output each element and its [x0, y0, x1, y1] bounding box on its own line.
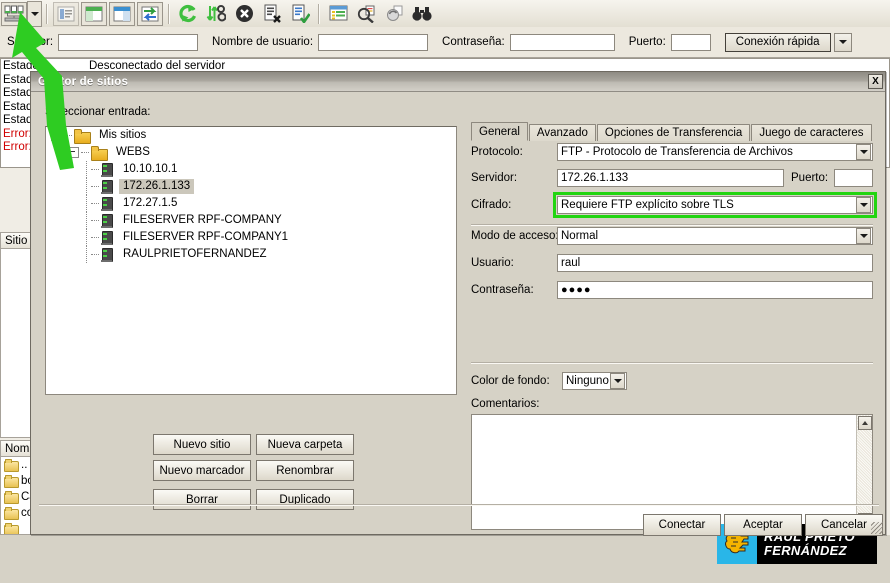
logon-type-select[interactable]: Normal	[557, 227, 873, 245]
password-input[interactable]: ●●●●	[557, 281, 873, 299]
scroll-up-icon[interactable]	[858, 416, 872, 430]
background-color-label: Color de fondo:	[471, 375, 550, 387]
quickconnect-port-input[interactable]	[671, 34, 711, 51]
new-bookmark-button[interactable]: Nuevo marcador	[153, 460, 251, 481]
toolbar-separator	[318, 4, 320, 24]
site-manager-dropdown-icon[interactable]	[27, 1, 42, 27]
server-icon	[101, 162, 112, 177]
background-color-select[interactable]: Ninguno	[562, 372, 627, 390]
close-icon[interactable]: X	[868, 74, 883, 89]
host-input[interactable]: 172.26.1.133	[557, 169, 784, 187]
password-label: Contraseña:	[471, 284, 534, 296]
quickconnect-password-label: Contraseña:	[442, 36, 505, 48]
reconnect-icon[interactable]	[287, 2, 313, 26]
server-icon	[101, 179, 112, 194]
user-label: Usuario:	[471, 257, 514, 269]
tree-item-site[interactable]: 10.10.10.1	[46, 161, 456, 178]
user-input[interactable]: raul	[557, 254, 873, 272]
process-queue-icon[interactable]	[203, 2, 229, 26]
main-toolbar	[0, 0, 890, 28]
folder-icon	[4, 507, 18, 519]
site-tree[interactable]: Mis sitios WEBS 10.10.10.1 172.26.1.133 …	[45, 126, 457, 395]
server-icon	[101, 196, 112, 211]
encryption-select[interactable]: Requiere FTP explícito sobre TLS	[557, 196, 873, 214]
host-label: Servidor:	[471, 172, 517, 184]
toggle-local-tree-icon[interactable]	[81, 2, 107, 26]
protocol-select[interactable]: FTP - Protocolo de Transferencia de Arch…	[557, 143, 873, 161]
quickconnect-bar: Servidor: Nombre de usuario: Contraseña:…	[0, 27, 890, 58]
toggle-message-log-icon[interactable]	[53, 2, 79, 26]
server-icon	[101, 230, 112, 245]
comments-textarea[interactable]	[471, 414, 873, 530]
directory-comparison-icon[interactable]	[353, 2, 379, 26]
tab-general[interactable]: General	[471, 122, 528, 141]
delete-button[interactable]: Borrar	[153, 489, 251, 510]
folder-icon	[4, 475, 18, 487]
dialog-title: Gestor de sitios	[38, 76, 128, 88]
quickconnect-server-label: Servidor:	[7, 36, 53, 48]
synchronized-browsing-icon[interactable]	[381, 2, 407, 26]
tab-transfer-settings[interactable]: Opciones de Transferencia	[597, 124, 750, 141]
toggle-remote-tree-icon[interactable]	[109, 2, 135, 26]
tree-item-site[interactable]: FILESERVER RPF-COMPANY1	[46, 229, 456, 246]
connect-button[interactable]: Conectar	[643, 514, 721, 536]
filter-icon[interactable]	[325, 2, 351, 26]
quickconnect-button[interactable]: Conexión rápida	[725, 33, 831, 52]
find-files-icon[interactable]	[409, 2, 435, 26]
quickconnect-port-label: Puerto:	[629, 36, 666, 48]
resize-grip[interactable]	[871, 522, 883, 534]
tree-item-site-selected[interactable]: 172.26.1.133	[46, 178, 456, 195]
quickconnect-username-input[interactable]	[318, 34, 428, 51]
server-icon	[101, 213, 112, 228]
tab-charset[interactable]: Juego de caracteres	[751, 124, 871, 141]
folder-icon	[74, 129, 90, 142]
tree-item-mis-sitios[interactable]: Mis sitios	[46, 127, 456, 144]
chevron-down-icon[interactable]	[856, 197, 871, 213]
select-entry-label: Seleccionar entrada:	[45, 106, 150, 118]
watermark-line-2: FERNÁNDEZ	[764, 544, 855, 558]
encryption-label: Cifrado:	[471, 199, 511, 211]
new-site-button[interactable]: Nuevo sitio	[153, 434, 251, 455]
folder-icon	[4, 491, 18, 503]
quickconnect-password-input[interactable]	[510, 34, 615, 51]
quickconnect-history-dropdown-icon[interactable]	[834, 33, 852, 52]
toolbar-separator	[46, 4, 48, 24]
tab-advanced[interactable]: Avanzado	[529, 124, 596, 141]
port-input[interactable]	[834, 169, 873, 187]
tree-item-site[interactable]: FILESERVER RPF-COMPANY	[46, 212, 456, 229]
tree-item-site[interactable]: 172.27.1.5	[46, 195, 456, 212]
settings-tabs: General Avanzado Opciones de Transferenc…	[471, 122, 873, 141]
logon-type-label: Modo de acceso:	[471, 230, 559, 242]
rename-button[interactable]: Renombrar	[256, 460, 354, 481]
site-manager-dialog: Gestor de sitios X Seleccionar entrada: …	[30, 71, 886, 535]
toolbar-separator	[168, 4, 170, 24]
site-manager-icon[interactable]	[1, 2, 27, 26]
tree-item-webs[interactable]: WEBS	[46, 144, 456, 161]
disconnect-icon[interactable]	[259, 2, 285, 26]
folder-icon	[4, 459, 18, 471]
quickconnect-server-input[interactable]	[58, 34, 198, 51]
collapse-icon[interactable]	[51, 130, 62, 141]
chevron-down-icon[interactable]	[856, 228, 871, 244]
ok-button[interactable]: Aceptar	[724, 514, 802, 536]
chevron-down-icon[interactable]	[610, 373, 625, 389]
comments-label: Comentarios:	[471, 398, 539, 410]
folder-icon	[91, 146, 107, 159]
collapse-icon[interactable]	[68, 147, 79, 158]
new-folder-button[interactable]: Nueva carpeta	[256, 434, 354, 455]
comments-scrollbar[interactable]	[856, 415, 872, 529]
quickconnect-username-label: Nombre de usuario:	[212, 36, 313, 48]
folder-icon	[4, 523, 18, 535]
cancel-icon[interactable]	[231, 2, 257, 26]
duplicate-button[interactable]: Duplicado	[256, 489, 354, 510]
server-icon	[101, 247, 112, 262]
chevron-down-icon[interactable]	[856, 144, 871, 160]
refresh-icon[interactable]	[175, 2, 201, 26]
port-label: Puerto:	[791, 172, 828, 184]
protocol-label: Protocolo:	[471, 146, 523, 158]
dialog-title-bar: Gestor de sitios X	[31, 72, 885, 92]
tree-item-site[interactable]: RAULPRIETOFERNANDEZ	[46, 246, 456, 263]
toggle-transfer-queue-icon[interactable]	[137, 2, 163, 26]
